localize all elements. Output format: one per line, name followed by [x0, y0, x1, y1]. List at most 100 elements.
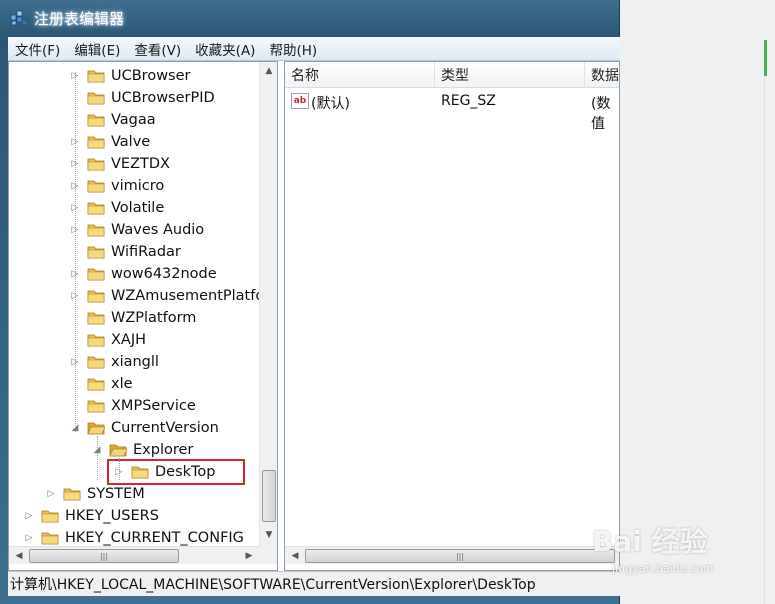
tree-item-label: vimicro — [111, 178, 165, 194]
scroll-left-icon[interactable]: ◀ — [11, 547, 27, 565]
folder-icon — [87, 266, 105, 282]
folder-icon — [87, 244, 105, 260]
folder-icon — [87, 68, 105, 84]
tree-item[interactable]: ▷XMPService — [69, 395, 196, 417]
tree-item[interactable]: ▷ WZAmusementPlatfo — [69, 285, 265, 307]
tree-item[interactable]: ▷UCBrowserPID — [69, 87, 215, 109]
folder-icon — [87, 420, 106, 436]
tree-item[interactable]: ▷ Volatile — [69, 197, 165, 219]
tree-item-label: HKEY_CURRENT_CONFIG — [65, 530, 244, 546]
tree-item-label: Valve — [111, 134, 151, 150]
tree-item[interactable]: ▷ wow6432node — [69, 263, 217, 285]
value-data: (数值 — [591, 96, 611, 132]
tree-item[interactable]: ◢ Explorer — [91, 439, 194, 461]
menu-bar: 文件(F) 编辑(E) 查看(V) 收藏夹(A) 帮助(H) — [8, 37, 620, 61]
window-title: 注册表编辑器 — [34, 10, 125, 28]
tree-scroll-thumb[interactable] — [262, 470, 276, 522]
tree-item[interactable]: ▷ vimicro — [69, 175, 165, 197]
column-name[interactable]: 名称 — [285, 62, 435, 88]
tree-guide-line — [119, 458, 120, 480]
folder-icon — [87, 134, 105, 150]
expand-arrow-icon[interactable]: ▷ — [23, 532, 35, 544]
folder-icon — [87, 178, 105, 194]
folder-icon — [87, 90, 105, 106]
tree-hscroll-thumb[interactable]: ||| — [29, 549, 179, 563]
title-bar[interactable]: 注册表编辑器 — [0, 0, 620, 36]
tree-item-label: WifiRadar — [111, 244, 181, 260]
folder-icon — [63, 486, 81, 502]
scroll-down-icon[interactable]: ▼ — [260, 526, 277, 544]
baidu-watermark: Bai 经验 jingyan.baidu.com — [592, 516, 772, 586]
menu-help[interactable]: 帮助(H) — [262, 39, 324, 59]
folder-icon — [87, 112, 105, 128]
scroll-left-icon[interactable]: ◀ — [287, 547, 303, 565]
tree-guide-line — [75, 72, 76, 432]
list-hscroll-thumb[interactable]: ||| — [305, 549, 615, 563]
tree-item[interactable]: ▷ UCBrowser — [69, 65, 191, 87]
tree-item-label: WZAmusementPlatfo — [111, 288, 265, 304]
tree-item-label: WZPlatform — [111, 310, 197, 326]
value-type: REG_SZ — [441, 93, 496, 109]
tree-guide-line — [97, 436, 98, 480]
tree-item-label: Vagaa — [111, 112, 156, 128]
column-data[interactable]: 数据 — [585, 62, 619, 88]
folder-icon — [87, 398, 105, 414]
tree-item-label: Volatile — [111, 200, 165, 216]
folder-icon — [87, 354, 105, 370]
folder-icon — [41, 508, 59, 524]
side-accent-bar — [764, 40, 767, 76]
tree-item[interactable]: ▷ SYSTEM — [45, 483, 145, 505]
scroll-up-icon[interactable]: ▲ — [260, 62, 277, 80]
tree-item-label: Waves Audio — [111, 222, 205, 238]
value-list[interactable]: 名称 类型 数据 ab (默认) REG_SZ (数值 ◀ ||| — [284, 61, 620, 571]
tree-item-label: VEZTDX — [111, 156, 170, 172]
tree-item-label: SYSTEM — [87, 486, 145, 502]
folder-icon — [87, 200, 105, 216]
tree-item[interactable]: ▷ Valve — [69, 131, 151, 153]
folder-icon — [87, 310, 105, 326]
registry-editor-window: 注册表编辑器 文件(F) 编辑(E) 查看(V) 收藏夹(A) 帮助(H) ▷ U… — [0, 0, 620, 604]
tree-item[interactable]: ▷ VEZTDX — [69, 153, 170, 175]
expand-arrow-icon[interactable]: ▷ — [23, 510, 35, 522]
folder-icon — [41, 530, 59, 546]
key-tree[interactable]: ▷UCBrowser▷UCBrowserPID▷Vagaa▷Valve▷VEZT… — [8, 61, 278, 571]
folder-icon — [109, 442, 128, 458]
tree-item[interactable]: ▷WZPlatform — [69, 307, 196, 329]
tree-item-label: CurrentVersion — [111, 420, 219, 436]
tree-item[interactable]: ▷ Waves Audio — [69, 219, 205, 241]
menu-edit[interactable]: 编辑(E) — [67, 39, 127, 59]
tree-item-label: xle — [111, 376, 133, 392]
tree-item[interactable]: ▷XAJH — [69, 329, 146, 351]
selection-highlight — [107, 459, 245, 485]
column-type[interactable]: 类型 — [435, 62, 585, 88]
tree-item[interactable]: ▷ xiangll — [69, 351, 159, 373]
client-area: ▷UCBrowser▷UCBrowserPID▷Vagaa▷Valve▷VEZT… — [8, 61, 620, 571]
tree-item-label: wow6432node — [111, 266, 217, 282]
tree-item-label: UCBrowserPID — [111, 90, 215, 106]
tree-horizontal-scrollbar[interactable]: ◀ ||| ▶ — [9, 546, 259, 564]
folder-icon — [87, 376, 105, 392]
tree-item-label: XAJH — [111, 332, 147, 348]
watermark-brand: Bai 经验 — [592, 525, 708, 558]
menu-favorites[interactable]: 收藏夹(A) — [188, 39, 262, 59]
folder-icon — [87, 288, 105, 304]
menu-file[interactable]: 文件(F) — [8, 39, 67, 59]
tree-item-label: Explorer — [133, 442, 194, 458]
tree-vertical-scrollbar[interactable]: ▲ ▼ — [259, 62, 277, 546]
list-header: 名称 类型 数据 — [285, 62, 619, 88]
tree-item[interactable]: ◢ CurrentVersion — [69, 417, 219, 439]
list-horizontal-scrollbar[interactable]: ◀ ||| — [285, 546, 619, 565]
registry-editor-icon — [10, 10, 28, 26]
status-bar: 计算机\HKEY_LOCAL_MACHINE\SOFTWARE\CurrentV… — [8, 571, 620, 596]
menu-view[interactable]: 查看(V) — [127, 39, 188, 59]
folder-icon — [87, 222, 105, 238]
scroll-corner — [259, 546, 277, 564]
tree-item[interactable]: ▷WifiRadar — [69, 241, 181, 263]
expand-arrow-icon[interactable]: ▷ — [45, 488, 57, 500]
tree-item[interactable]: ▷xle — [69, 373, 133, 395]
tree-item[interactable]: ▷Vagaa — [69, 109, 156, 131]
tree-item[interactable]: ▷ HKEY_USERS — [23, 505, 159, 527]
tree-item-label: XMPService — [111, 398, 196, 414]
scroll-right-icon[interactable]: ▶ — [241, 547, 257, 565]
list-item[interactable]: ab (默认) REG_SZ (数值 — [285, 91, 619, 132]
